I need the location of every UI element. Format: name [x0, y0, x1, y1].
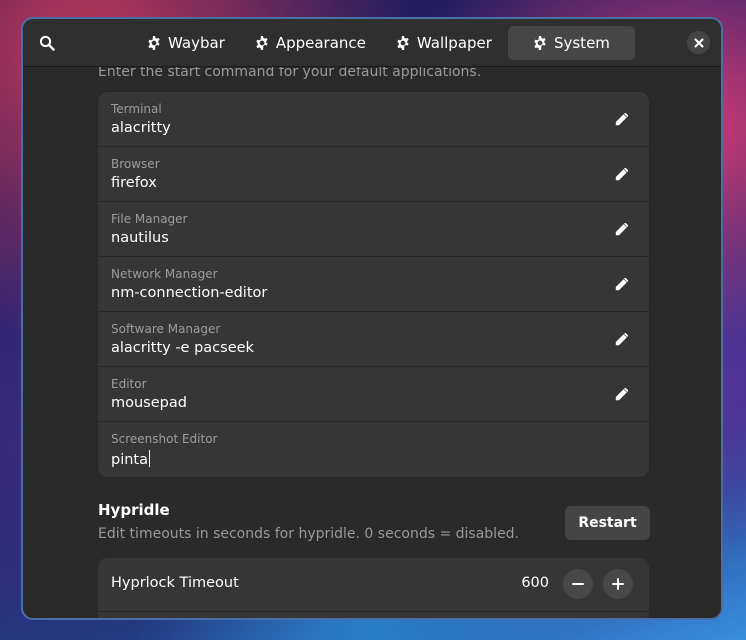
edit-button[interactable]: [611, 110, 631, 130]
settings-window: Waybar Appearance Wallpaper System Enter…: [21, 17, 723, 620]
edit-button[interactable]: [611, 330, 631, 350]
screenshot-editor-input[interactable]: pinta: [111, 450, 411, 468]
app-row-browser[interactable]: Browser firefox: [98, 147, 649, 202]
plus-icon: [612, 578, 624, 590]
row-label: Browser: [111, 157, 160, 171]
search-button[interactable]: [33, 29, 61, 57]
gear-icon: [397, 36, 409, 50]
pencil-icon: [615, 223, 628, 236]
edit-button[interactable]: [611, 385, 631, 405]
row-value: nm-connection-editor: [111, 285, 268, 301]
hypridle-description: Edit timeouts in seconds for hypridle. 0…: [98, 526, 520, 542]
tab-system[interactable]: System: [507, 26, 635, 60]
edit-button[interactable]: [611, 220, 631, 240]
gear-icon: [148, 36, 160, 50]
edit-button[interactable]: [611, 165, 631, 185]
pencil-icon: [615, 278, 628, 291]
app-row-network-manager[interactable]: Network Manager nm-connection-editor: [98, 257, 649, 312]
close-icon: [694, 38, 703, 47]
app-row-software-manager[interactable]: Software Manager alacritty -e pacseek: [98, 312, 649, 367]
gear-icon: [534, 36, 546, 50]
text-caret: [149, 450, 150, 467]
default-apps-list: Terminal alacritty Browser firefox File …: [98, 92, 649, 477]
row-value: mousepad: [111, 395, 187, 411]
tab-appearance[interactable]: Appearance: [241, 26, 380, 60]
search-icon: [39, 35, 55, 51]
gear-icon: [256, 36, 268, 50]
scroll-content[interactable]: Enter the start command for your default…: [23, 67, 721, 618]
row-label: Terminal: [111, 102, 162, 116]
minus-icon: [572, 583, 584, 585]
pencil-icon: [615, 168, 628, 181]
pencil-icon: [615, 388, 628, 401]
row-label: Network Manager: [111, 267, 218, 281]
row-label: Editor: [111, 377, 147, 391]
increment-button[interactable]: [603, 569, 633, 599]
timeout-value[interactable]: 600: [521, 575, 549, 591]
tab-label: Waybar: [168, 34, 225, 52]
row-value: alacritty -e pacseek: [111, 340, 254, 356]
hypridle-list: Hyprlock Timeout 600: [98, 558, 649, 618]
hypridle-title: Hypridle: [98, 501, 170, 519]
tab-waybar[interactable]: Waybar: [133, 26, 239, 60]
row-value: alacritty: [111, 120, 171, 136]
app-row-screenshot-editor[interactable]: Screenshot Editor pinta: [98, 422, 649, 477]
edit-button[interactable]: [611, 275, 631, 295]
close-button[interactable]: [687, 31, 710, 54]
restart-button[interactable]: Restart: [565, 506, 650, 540]
tab-label: System: [553, 34, 610, 52]
app-row-editor[interactable]: Editor mousepad: [98, 367, 649, 422]
tab-label: Wallpaper: [416, 34, 492, 52]
decrement-button[interactable]: [563, 569, 593, 599]
row-label: File Manager: [111, 212, 188, 226]
pencil-icon: [615, 113, 628, 126]
app-row-terminal[interactable]: Terminal alacritty: [98, 92, 649, 147]
row-label: Screenshot Editor: [111, 432, 218, 446]
header-bar: Waybar Appearance Wallpaper System: [23, 19, 721, 67]
tab-wallpaper[interactable]: Wallpaper: [382, 26, 506, 60]
input-text: pinta: [111, 452, 148, 468]
row-label: Software Manager: [111, 322, 221, 336]
pencil-icon: [615, 333, 628, 346]
app-row-file-manager[interactable]: File Manager nautilus: [98, 202, 649, 257]
tab-label: Appearance: [275, 34, 366, 52]
tab-bar: Waybar Appearance Wallpaper System: [133, 26, 635, 60]
apps-description: Enter the start command for your default…: [98, 67, 482, 80]
row-value: nautilus: [111, 230, 169, 246]
row-label: Hyprlock Timeout: [111, 575, 239, 591]
hyprlock-timeout-row: Hyprlock Timeout 600: [98, 558, 649, 612]
row-value: firefox: [111, 175, 157, 191]
